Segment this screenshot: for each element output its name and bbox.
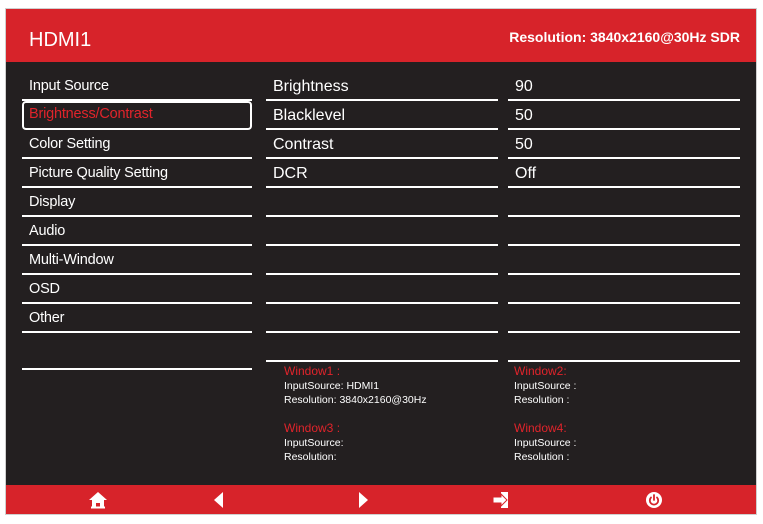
menu-item-label: Brightness/Contrast [29, 106, 153, 122]
menu-item-color-setting[interactable]: Color Setting [22, 132, 252, 159]
setting-value: Off [515, 165, 537, 182]
window4-info: Window4: InputSource : Resolution : [514, 420, 576, 464]
setting-empty-row [266, 306, 498, 333]
home-button[interactable] [78, 485, 118, 514]
osd-footer [6, 485, 756, 514]
osd-content: Input Source Brightness/Contrast Color S… [6, 62, 756, 485]
window2-source: InputSource : [514, 380, 577, 392]
setting-value: 90 [515, 78, 533, 95]
menu-item-empty [22, 343, 252, 370]
menu-item-label: Other [29, 310, 65, 326]
menu-item-input-source[interactable]: Input Source [22, 74, 252, 101]
home-icon [89, 491, 107, 508]
value-empty-row [508, 335, 740, 362]
setting-empty-row [266, 190, 498, 217]
left-arrow-icon [214, 491, 223, 508]
setting-value: 50 [515, 107, 533, 124]
input-source-title: HDMI1 [29, 29, 92, 51]
setting-value: 50 [515, 136, 533, 153]
window3-resolution: Resolution: [284, 451, 337, 463]
setting-label: Blacklevel [273, 107, 346, 124]
value-dcr[interactable]: Off [508, 161, 740, 188]
window2-info: Window2: InputSource : Resolution : [514, 363, 576, 407]
left-button[interactable] [198, 485, 238, 514]
setting-contrast[interactable]: Contrast [266, 132, 498, 159]
window3-source: InputSource: [284, 437, 344, 449]
value-empty-row [508, 190, 740, 217]
menu-item-label: Display [29, 194, 76, 210]
window3-info: Window3 : InputSource: Resolution: [284, 420, 344, 464]
window1-source: InputSource: HDMI1 [284, 380, 380, 392]
power-icon [646, 491, 662, 508]
power-button[interactable] [634, 485, 674, 514]
setting-label: DCR [273, 165, 308, 182]
setting-empty-row [266, 248, 498, 275]
setting-empty-row [266, 219, 498, 246]
menu-item-picture-quality[interactable]: Picture Quality Setting [22, 161, 252, 188]
setting-empty-row [266, 277, 498, 304]
menu-item-osd[interactable]: OSD [22, 277, 252, 304]
value-empty-row [508, 219, 740, 246]
right-arrow-icon [359, 491, 368, 508]
window3-title: Window3 : [284, 421, 341, 435]
window4-title: Window4: [514, 421, 567, 435]
window1-title: Window1 : [284, 364, 341, 378]
menu-item-multi-window[interactable]: Multi-Window [22, 248, 252, 275]
window1-resolution: Resolution: 3840x2160@30Hz [284, 394, 427, 406]
menu-item-label: Audio [29, 223, 66, 239]
value-brightness[interactable]: 90 [508, 74, 740, 101]
menu-item-brightness-contrast[interactable]: Brightness/Contrast [22, 101, 252, 130]
value-contrast[interactable]: 50 [508, 132, 740, 159]
window4-source: InputSource : [514, 437, 577, 449]
window1-info: Window1 : InputSource: HDMI1 Resolution:… [284, 363, 427, 407]
setting-label: Contrast [273, 136, 334, 153]
right-button[interactable] [344, 485, 384, 514]
value-empty-row [508, 277, 740, 304]
menu-item-label: Picture Quality Setting [29, 165, 168, 181]
menu-item-label: Input Source [29, 78, 109, 94]
menu-item-label: Color Setting [29, 136, 111, 152]
setting-empty-row [266, 335, 498, 362]
setting-brightness[interactable]: Brightness [266, 74, 498, 101]
value-blacklevel[interactable]: 50 [508, 103, 740, 130]
setting-dcr[interactable]: DCR [266, 161, 498, 188]
resolution-status: Resolution: 3840x2160@30Hz SDR [509, 29, 740, 45]
menu-item-audio[interactable]: Audio [22, 219, 252, 246]
setting-blacklevel[interactable]: Blacklevel [266, 103, 498, 130]
menu-item-other[interactable]: Other [22, 306, 252, 333]
setting-label: Brightness [273, 78, 349, 95]
menu-item-display[interactable]: Display [22, 190, 252, 217]
exit-icon [492, 491, 508, 508]
window2-title: Window2: [514, 364, 567, 378]
osd-header: HDMI1 Resolution: 3840x2160@30Hz SDR [6, 9, 756, 62]
menu-item-label: Multi-Window [29, 252, 114, 268]
exit-button[interactable] [484, 485, 524, 514]
value-empty-row [508, 306, 740, 333]
window4-resolution: Resolution : [514, 451, 570, 463]
value-empty-row [508, 248, 740, 275]
osd-window: HDMI1 Resolution: 3840x2160@30Hz SDR Inp… [5, 8, 757, 515]
menu-item-label: OSD [29, 281, 60, 297]
window2-resolution: Resolution : [514, 394, 570, 406]
